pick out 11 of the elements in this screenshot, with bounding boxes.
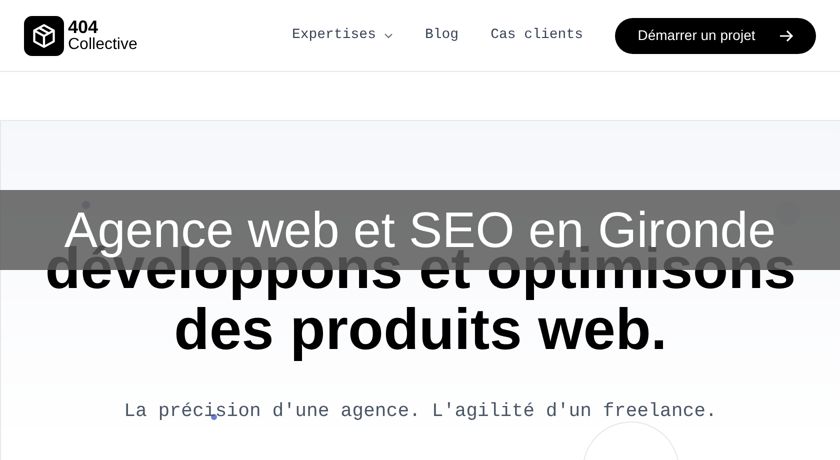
- hero-subtitle: La précision d'une agence. L'agilité d'un freelance.: [124, 399, 717, 424]
- logo-text: 404: [68, 18, 100, 36]
- hero-heading-line: des produits web.: [174, 299, 668, 360]
- chevron-down-icon: [384, 32, 393, 38]
- nav-link[interactable]: Cas clients: [490, 25, 583, 46]
- arrow-right-icon: [779, 28, 794, 42]
- start-project-button[interactable]: Démarrer un projet: [615, 18, 816, 54]
- nav-link[interactable]: Blog: [424, 25, 459, 46]
- logo-text: Collective: [68, 36, 138, 52]
- logo-icon[interactable]: [24, 16, 64, 56]
- expertises-menu[interactable]: Expertises: [292, 25, 393, 46]
